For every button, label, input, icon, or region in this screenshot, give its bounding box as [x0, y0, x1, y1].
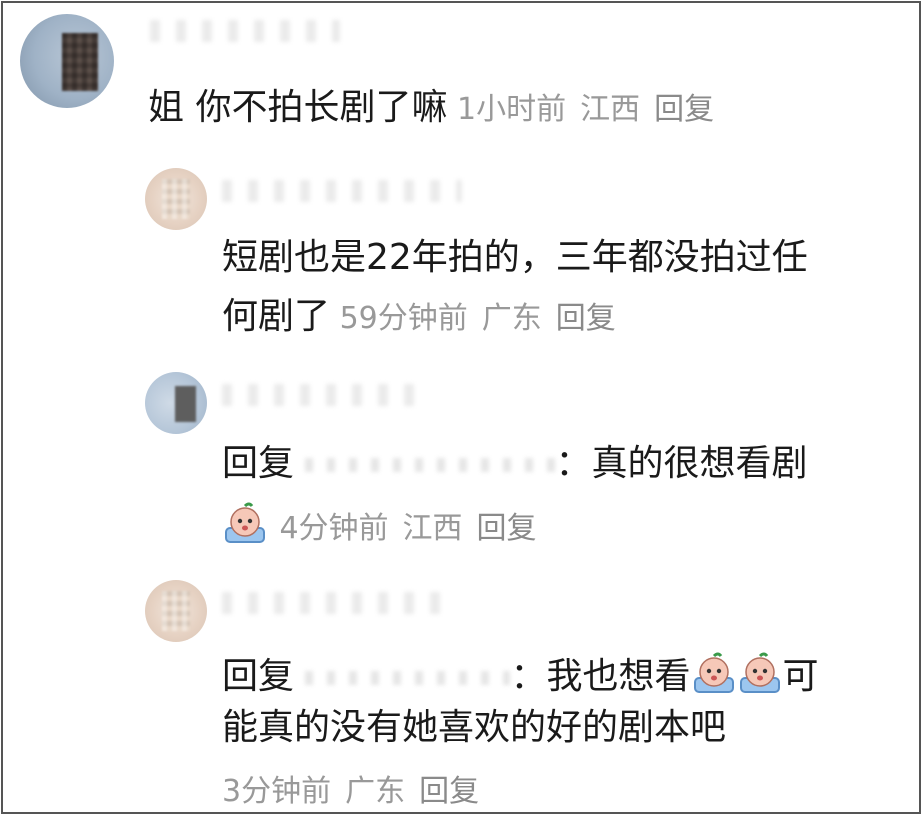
reply-button[interactable]: 回复 [419, 774, 479, 809]
comment-4-line-2: 能真的没有她喜欢的好的剧本吧 [222, 707, 727, 748]
comment-location: 广东 [481, 301, 542, 336]
colon: ： [510, 656, 547, 697]
mentioned-user-redacted[interactable] [305, 458, 556, 472]
comment-time: 3分钟前 [222, 774, 332, 809]
avatar-mosaic [174, 385, 196, 422]
avatar-mosaic [162, 179, 190, 219]
comment-text: 何剧了 [222, 296, 331, 337]
crying-face-emoji [693, 652, 734, 693]
comment-4-line-1: 回复 ：我也想看 可 [222, 650, 819, 699]
reply-button[interactable]: 回复 [654, 92, 714, 127]
mentioned-user-redacted[interactable] [305, 671, 511, 685]
reply-button[interactable]: 回复 [556, 301, 616, 336]
comment-2-line-2: 何剧了 59分钟前 广东 回复 [222, 295, 630, 341]
reply-prefix: 回复 [222, 443, 295, 484]
comment-time: 59分钟前 [339, 301, 468, 336]
comment-3-line-1: 回复 ：真的很想看剧 [222, 442, 808, 486]
avatar-mosaic [62, 32, 99, 92]
username-redacted[interactable] [150, 20, 340, 42]
comment-1-body: 姐 你不拍长剧了嘛 1小时前 江西 回复 [148, 86, 728, 132]
reply-button[interactable]: 回复 [477, 511, 537, 546]
comment-meta: 3分钟前 广东 回复 [222, 770, 493, 814]
username-redacted[interactable] [222, 592, 452, 614]
comment-time: 4分钟前 [279, 511, 389, 546]
comment-location: 广东 [345, 774, 406, 809]
comment-meta: 4分钟前 江西 回复 [279, 511, 550, 546]
comment-meta: 1小时前 江西 回复 [447, 92, 728, 127]
comment-text: 我也想看 [546, 656, 691, 697]
username-redacted[interactable] [222, 180, 462, 202]
reply-prefix: 回复 [222, 656, 295, 697]
avatar[interactable] [145, 580, 207, 642]
crying-face-emoji [225, 502, 265, 543]
comment-text: 真的很想看剧 [591, 443, 808, 484]
avatar[interactable] [20, 14, 114, 108]
comment-meta: 59分钟前 广东 回复 [330, 301, 630, 336]
comment-time: 1小时前 [457, 92, 567, 127]
colon: ： [555, 443, 592, 484]
avatar[interactable] [145, 372, 207, 434]
username-redacted[interactable] [222, 384, 422, 406]
crying-face-emoji [739, 652, 780, 693]
comment-2-line-1: 短剧也是22年拍的，三年都没拍过任 [222, 237, 808, 278]
comment-location: 江西 [580, 92, 641, 127]
comment-text: 可 [782, 656, 819, 697]
comment-location: 江西 [402, 511, 463, 546]
comment-3-line-2: 4分钟前 江西 回复 [222, 500, 551, 551]
avatar-mosaic [162, 591, 190, 631]
avatar[interactable] [145, 168, 207, 230]
comment-text: 姐 你不拍长剧了嘛 [148, 87, 448, 128]
